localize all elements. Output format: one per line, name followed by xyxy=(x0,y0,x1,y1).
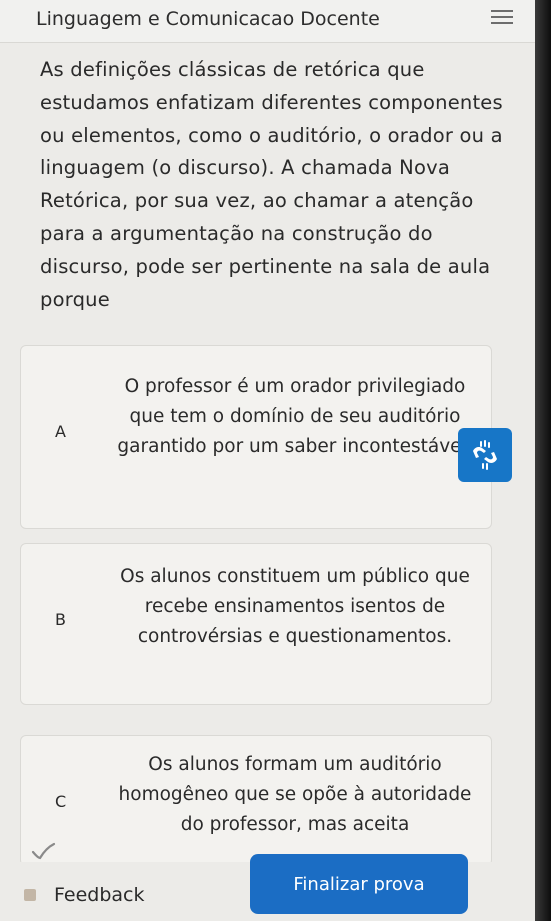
feedback-icon xyxy=(24,889,36,901)
accessibility-button[interactable] xyxy=(458,428,512,482)
feedback-label: Feedback xyxy=(54,884,145,906)
course-title: Linguagem e Comunicacao Docente xyxy=(36,8,380,30)
option-letter: C xyxy=(55,792,67,811)
feedback-button[interactable]: Feedback xyxy=(24,880,144,910)
app-screen: Linguagem e Comunicacao Docente As defin… xyxy=(0,0,535,921)
hamburger-menu-icon[interactable] xyxy=(491,6,513,28)
question-text: As definições clássicas de retórica que … xyxy=(40,58,503,311)
finalize-exam-button[interactable]: Finalizar prova xyxy=(250,854,468,914)
answer-option-a[interactable]: A O professor é um orador privilegiado q… xyxy=(20,345,492,529)
option-text: Os alunos formam um auditório homogêneo … xyxy=(118,754,472,835)
answer-option-b[interactable]: B Os alunos constituem um público que re… xyxy=(20,543,492,705)
app-header: Linguagem e Comunicacao Docente xyxy=(0,0,535,43)
answer-option-c[interactable]: C Os alunos formam um auditório homogêne… xyxy=(20,735,492,866)
bottom-action-bar: Feedback Finalizar prova xyxy=(0,854,535,921)
option-text: O professor é um orador privilegiado que… xyxy=(117,376,473,457)
device-edge xyxy=(535,0,551,921)
sign-language-hands-icon xyxy=(473,440,497,470)
checkmark-icon xyxy=(31,842,56,860)
option-letter: A xyxy=(55,422,66,441)
option-letter: B xyxy=(55,610,66,629)
option-text: Os alunos constituem um público que rece… xyxy=(120,566,470,647)
